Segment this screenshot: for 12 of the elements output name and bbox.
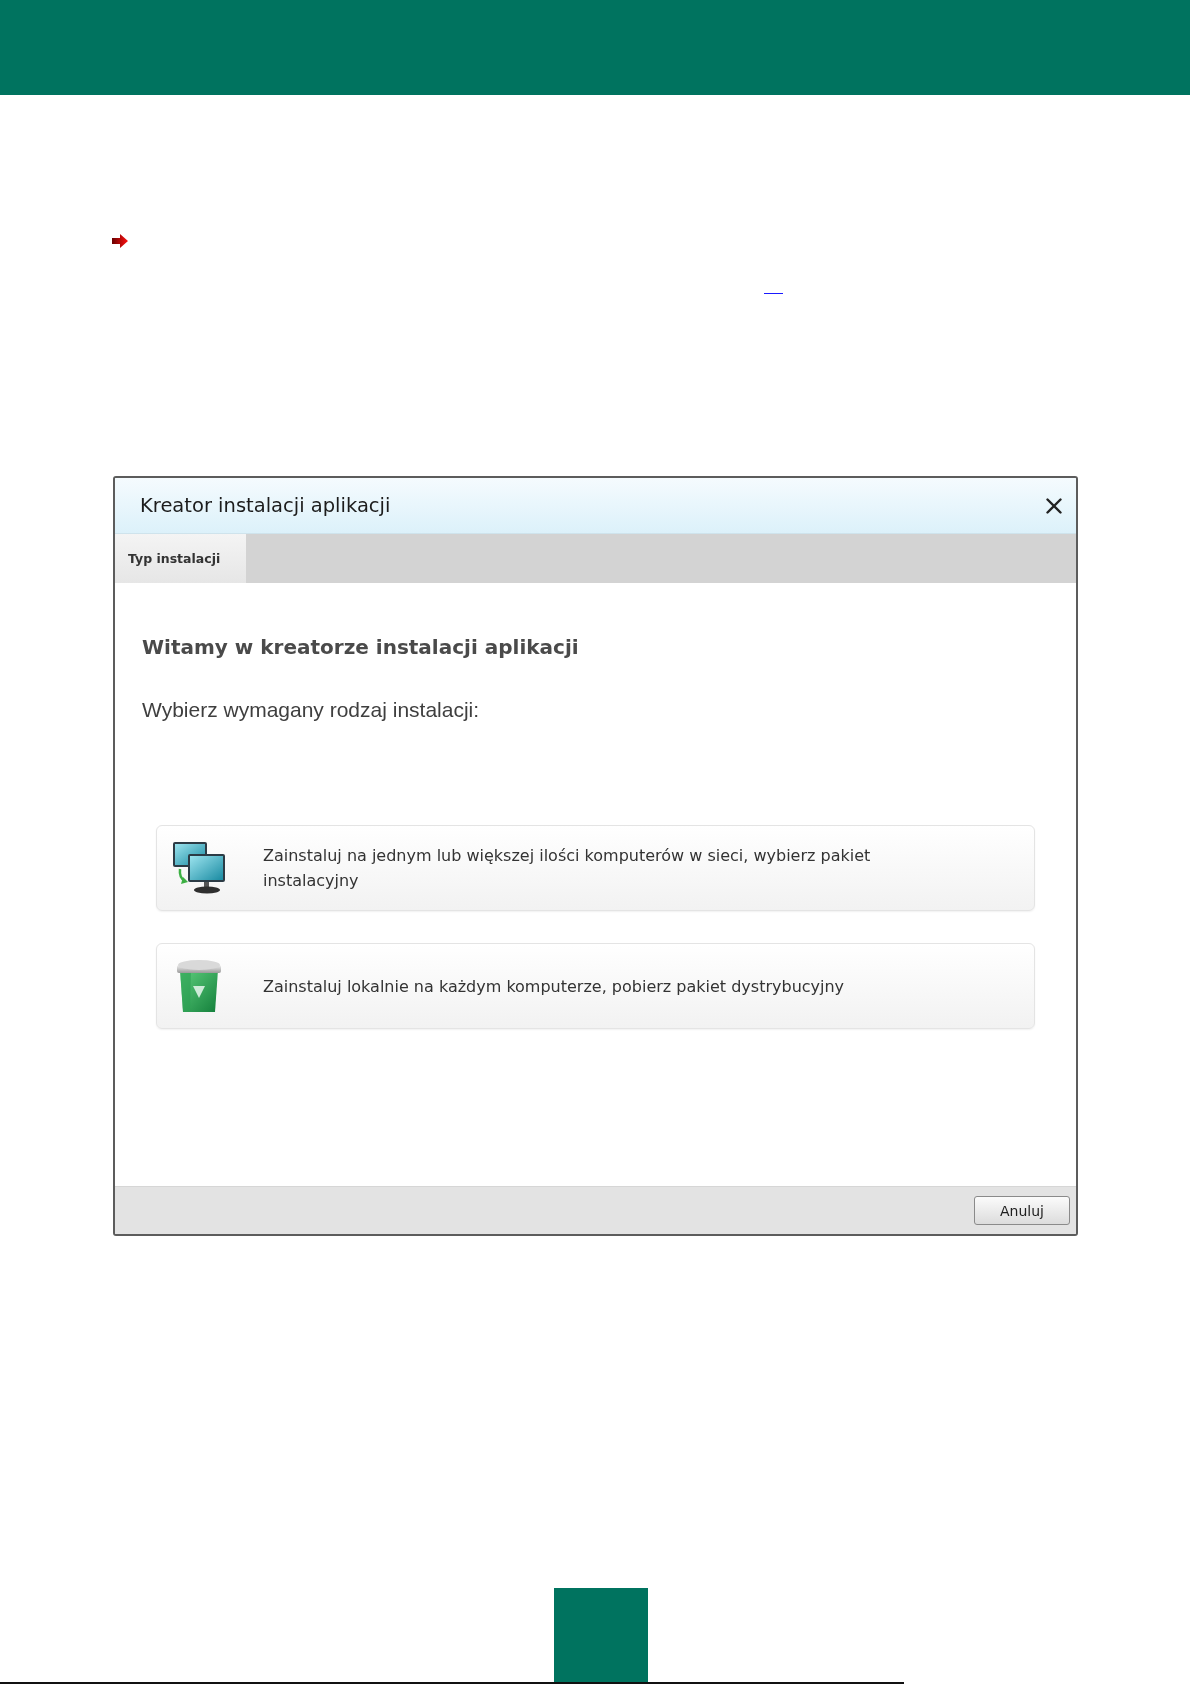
cancel-button[interactable]: Anuluj bbox=[974, 1196, 1070, 1225]
window-title: Kreator instalacji aplikacji bbox=[140, 494, 391, 517]
install-option-button[interactable]: Zainstaluj lokalnie na każdym komputerze, pobierz pakiet dystrybucyjny bbox=[156, 943, 1035, 1029]
tab[interactable]: Typ instalacji bbox=[115, 534, 246, 583]
arrow-bullet-icon bbox=[112, 234, 128, 248]
install-option-button[interactable]: Zainstaluj na jednym lub większej ilości komputerów w sieci, wybierz pakiet instalacyjny bbox=[156, 825, 1035, 911]
wizard-heading: Witamy w kreatorze instalacji aplikacji bbox=[142, 634, 579, 661]
wizard-prompt: Wybierz wymagany rodzaj instalacji: bbox=[142, 698, 480, 722]
close-button[interactable] bbox=[1044, 495, 1064, 516]
close-icon bbox=[1046, 497, 1062, 514]
link-underline bbox=[764, 293, 783, 294]
two-monitors-icon bbox=[171, 840, 227, 896]
